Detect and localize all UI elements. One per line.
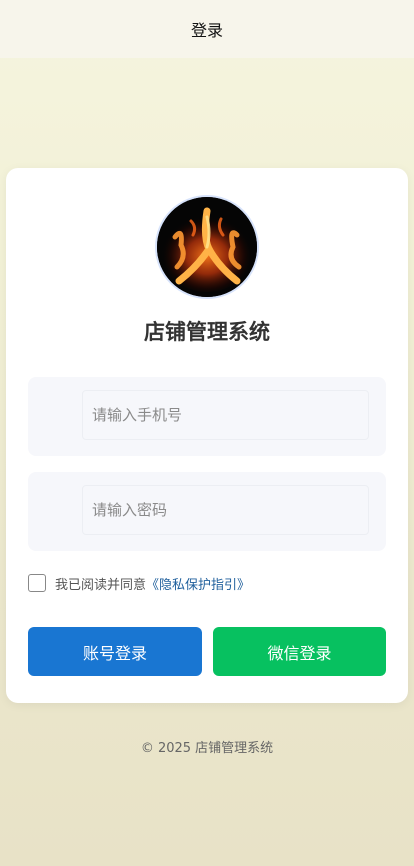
page-title: 登录 (190, 21, 223, 40)
copyright-footer: © 2025 店铺管理系统 (140, 741, 274, 756)
phone-input[interactable] (82, 390, 369, 440)
agreement-text: 我已阅读并同意 (55, 577, 147, 593)
login-card: 店铺管理系统 我已阅读并同意 《隐私保护指引》 账号登录 微信登录 (6, 168, 408, 703)
agreement-row: 我已阅读并同意 《隐私保护指引》 (28, 572, 250, 594)
account-login-button[interactable]: 账号登录 (28, 627, 202, 676)
password-field-container (28, 472, 386, 551)
password-input[interactable] (82, 485, 369, 535)
flame-character-logo-icon (157, 197, 257, 297)
privacy-policy-link[interactable]: 《隐私保护指引》 (146, 574, 250, 593)
top-nav-bar: 登录 (0, 0, 414, 58)
phone-field-container (28, 377, 386, 456)
agreement-checkbox[interactable] (28, 574, 46, 592)
logo-wrapper (156, 196, 258, 298)
wechat-login-button[interactable]: 微信登录 (213, 627, 386, 676)
app-title: 店铺管理系统 (144, 320, 270, 344)
